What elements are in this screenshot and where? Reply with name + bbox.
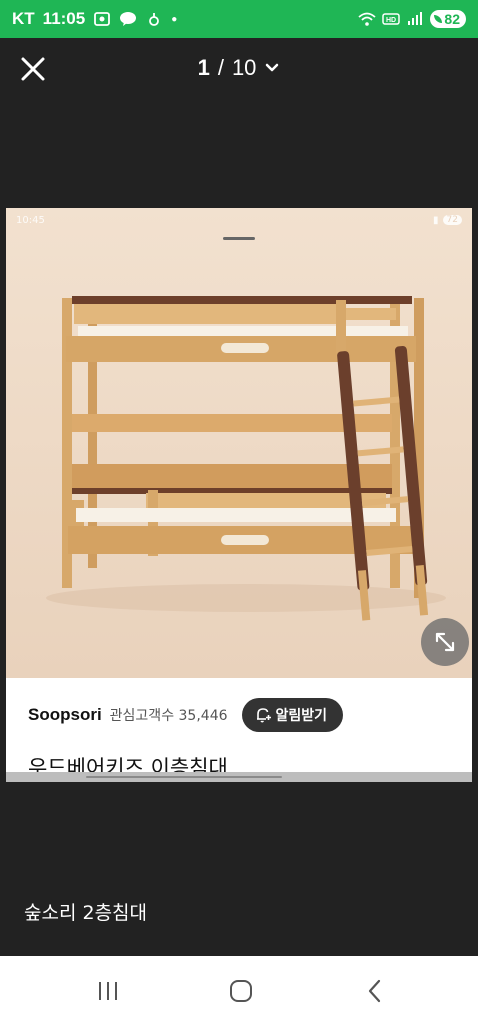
image-caption: 숲소리 2층침대 <box>24 902 148 924</box>
scroll-thumb[interactable] <box>86 776 282 778</box>
expand-button[interactable] <box>421 618 469 666</box>
alarm-button[interactable]: 알림받기 <box>241 698 344 732</box>
navigation-bar <box>0 956 478 1024</box>
battery-level: 82 <box>444 11 460 27</box>
page-counter-dropdown[interactable]: 1 / 10 <box>198 55 281 81</box>
bunk-bed-photo <box>6 208 472 678</box>
inner-battery: 72 <box>442 215 462 225</box>
page-separator: / <box>217 55 224 80</box>
recent-apps-button[interactable] <box>88 976 128 1006</box>
clock: 11:05 <box>42 9 86 28</box>
battery-indicator: 82 <box>430 10 466 28</box>
viewer-header: 1 / 10 <box>0 38 478 98</box>
carrier-label: KT <box>12 9 35 28</box>
leaf-icon <box>434 15 443 23</box>
scroll-track <box>6 772 472 782</box>
watcher-count: 관심고객수 35,446 <box>109 708 228 724</box>
talk-icon <box>120 12 137 26</box>
more-dot-icon: ● <box>171 13 178 25</box>
status-bar: KT 11:05 ● HD 82 <box>0 0 478 38</box>
screenshot-icon <box>94 12 111 26</box>
svg-text:HD: HD <box>386 17 396 24</box>
hd-call-icon: HD <box>382 13 401 25</box>
bell-plus-icon <box>256 708 271 723</box>
app-notification-icon <box>149 13 160 26</box>
store-name[interactable]: Soopsori <box>28 705 102 725</box>
inner-signal-icon: ▮ <box>433 214 439 226</box>
back-icon <box>368 979 381 1003</box>
drag-handle[interactable] <box>223 237 255 240</box>
current-page: 1 <box>197 55 210 80</box>
expand-icon <box>435 632 455 652</box>
store-row: Soopsori 관심고객수 35,446 알림받기 <box>28 698 344 732</box>
home-icon <box>230 980 252 1002</box>
viewed-image[interactable]: 10:45 ▮ 72 Soopsori 관심고객수 35,446 알림받기 우드… <box>6 208 472 782</box>
store-card: Soopsori 관심고객수 35,446 알림받기 우드베어키즈 이층침대 <box>6 678 472 782</box>
back-button[interactable] <box>355 976 395 1006</box>
total-pages: 10 <box>231 55 257 80</box>
recent-apps-icon <box>99 982 117 1000</box>
signal-icon <box>408 12 423 25</box>
close-icon[interactable] <box>18 54 48 84</box>
wifi-icon <box>358 12 377 26</box>
home-button[interactable] <box>221 976 261 1006</box>
inner-status-bar: 10:45 ▮ 72 <box>6 208 472 232</box>
inner-clock: 10:45 <box>16 214 45 226</box>
alarm-label: 알림받기 <box>275 708 328 724</box>
chevron-down-icon <box>266 63 279 72</box>
